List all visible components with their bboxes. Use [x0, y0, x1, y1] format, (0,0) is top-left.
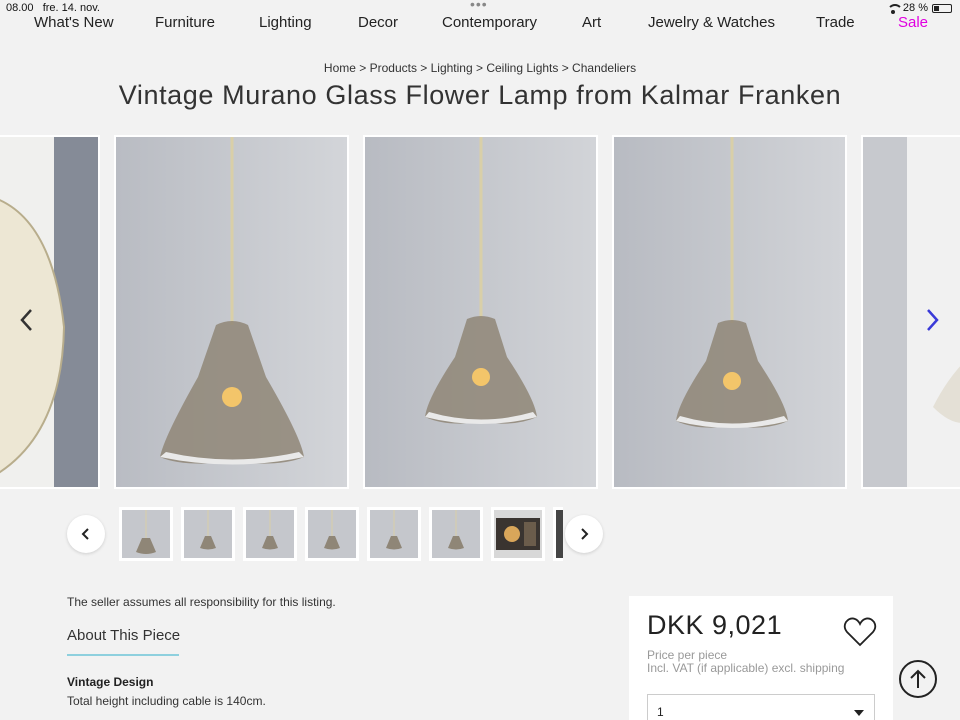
nav-item-contemporary[interactable]: Contemporary: [442, 14, 537, 31]
gallery-slide-3[interactable]: [612, 135, 847, 489]
product-photo: [116, 137, 347, 487]
nav-item-art[interactable]: Art: [582, 14, 601, 31]
thumbnail[interactable]: [367, 507, 421, 561]
thumbnail-image: [432, 510, 480, 558]
vat-note: Incl. VAT (if applicable) excl. shipping: [647, 661, 845, 675]
product-photo: [614, 137, 845, 487]
nav-item-furniture[interactable]: Furniture: [155, 14, 215, 31]
seller-responsibility-note: The seller assumes all responsibility fo…: [67, 595, 336, 609]
nav-item-jewelry-watches[interactable]: Jewelry & Watches: [648, 14, 775, 31]
gallery-slide-next[interactable]: [861, 135, 960, 489]
thumbnail[interactable]: [119, 507, 173, 561]
thumbnail-image: [556, 510, 563, 558]
thumbnail[interactable]: [305, 507, 359, 561]
gallery-next-button[interactable]: [922, 305, 942, 335]
thumbnail[interactable]: [243, 507, 297, 561]
thumbnail-image: [308, 510, 356, 558]
product-photo: [365, 137, 596, 487]
quantity-select[interactable]: 1: [647, 694, 875, 720]
gallery-slide-1[interactable]: [114, 135, 349, 489]
chevron-left-icon: [20, 309, 32, 331]
thumbnail-image: [184, 510, 232, 558]
price: DKK 9,021: [647, 610, 783, 640]
gallery-slide-previous[interactable]: [0, 135, 100, 489]
back-to-top-button[interactable]: [899, 660, 937, 698]
thumbnail[interactable]: [181, 507, 235, 561]
gallery-slide-2[interactable]: [363, 135, 598, 489]
thumbnail-image: [370, 510, 418, 558]
height-description: Total height including cable is 140cm.: [67, 694, 266, 708]
gallery-prev-button[interactable]: [17, 305, 37, 335]
thumbnail-strip: [0, 507, 960, 561]
image-gallery: [0, 135, 960, 489]
status-time: 08.00 fre. 14. nov.: [6, 2, 100, 14]
product-photo: [863, 137, 960, 487]
chevron-right-icon: [581, 528, 589, 540]
thumbnail-image: [494, 510, 542, 558]
thumbnail[interactable]: [429, 507, 483, 561]
price-per-piece-label: Price per piece: [647, 648, 728, 662]
price-box: DKK 9,021 Price per piece Incl. VAT (if …: [629, 596, 893, 720]
battery-percent: 28 %: [902, 2, 928, 14]
nav-item-lighting[interactable]: Lighting: [259, 14, 312, 31]
thumbnail-image: [246, 510, 294, 558]
about-this-piece-heading[interactable]: About This Piece: [67, 627, 180, 644]
battery-icon: [932, 3, 952, 13]
nav-item-decor[interactable]: Decor: [358, 14, 398, 31]
page-title: Vintage Murano Glass Flower Lamp from Ka…: [118, 80, 842, 110]
thumbnail[interactable]: [553, 507, 563, 561]
nav-item-whats-new[interactable]: What's New: [34, 14, 114, 31]
thumbnail[interactable]: [491, 507, 545, 561]
nav-item-sale[interactable]: Sale: [898, 14, 928, 31]
status-right: 28 %: [886, 2, 952, 14]
about-underline: [67, 654, 179, 656]
breadcrumb[interactable]: Home > Products > Lighting > Ceiling Lig…: [0, 61, 960, 75]
favorite-button[interactable]: [843, 616, 877, 648]
thumbs-next-button[interactable]: [565, 515, 603, 553]
arrow-up-icon: [910, 669, 926, 688]
quantity-value: 1: [657, 705, 664, 719]
multitask-dots[interactable]: •••: [470, 0, 488, 12]
wifi-icon: [886, 3, 903, 14]
main-nav: What's New Furniture Lighting Decor Cont…: [0, 14, 960, 34]
chevron-right-icon: [927, 309, 939, 331]
thumbnail-image: [122, 510, 170, 558]
product-photo: [0, 137, 98, 487]
nav-item-trade[interactable]: Trade: [816, 14, 855, 31]
design-label: Vintage Design: [67, 675, 154, 689]
heart-icon: [843, 617, 877, 647]
chevron-down-icon: [854, 710, 864, 716]
